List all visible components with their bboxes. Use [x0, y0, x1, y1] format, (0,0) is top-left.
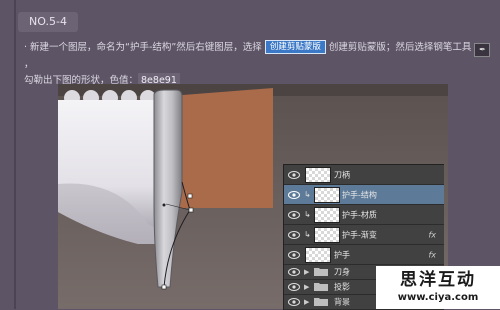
- layer-thumbnail: [314, 187, 340, 203]
- pen-tool-icon: ✒: [474, 43, 491, 57]
- eye-icon[interactable]: [288, 210, 300, 220]
- layer-name: 护手-结构: [342, 190, 377, 199]
- expand-arrow-icon[interactable]: ▶: [304, 268, 309, 276]
- clipping-arrow-icon: ↳: [304, 210, 311, 219]
- group-name: 背景: [334, 297, 350, 307]
- instruction-part2: 创建剪贴蒙版；然后选择钢笔工具: [328, 42, 472, 53]
- group-name: 投影: [334, 282, 350, 292]
- layer-row[interactable]: ↳ 护手-材质: [284, 205, 444, 225]
- expand-arrow-icon[interactable]: ▶: [304, 298, 309, 306]
- layer-thumbnail: [314, 207, 340, 223]
- clipping-arrow-icon: ↳: [304, 230, 311, 239]
- create-clipping-mask-chip: 创建剪贴蒙版: [264, 40, 326, 54]
- watermark-logo: 思洋互动 www.ciya.com: [376, 266, 500, 309]
- folder-icon: [314, 283, 328, 291]
- anchor-point: [161, 284, 167, 290]
- anchor-point: [162, 203, 166, 207]
- eye-icon[interactable]: [288, 170, 300, 180]
- layer-name: 刀柄: [334, 170, 350, 179]
- layer-name: 护手-渐变: [342, 230, 377, 239]
- instruction-part1: · 新建一个图层，命名为“护手-结构”然后右键图层，选择: [24, 42, 262, 53]
- folder-icon: [314, 268, 328, 276]
- layer-thumbnail: [305, 167, 331, 183]
- handle-shape: [170, 88, 273, 208]
- instruction-text: · 新建一个图层，命名为“护手-结构”然后右键图层，选择 创建剪贴蒙版 创建剪贴…: [24, 40, 494, 89]
- anchor-point: [187, 193, 193, 199]
- folder-icon: [314, 298, 328, 306]
- layer-row[interactable]: ↳ 护手-渐变 fx: [284, 225, 444, 245]
- step-badge: NO.5-4: [18, 12, 78, 32]
- layer-thumbnail: [314, 227, 340, 243]
- eye-icon[interactable]: [288, 250, 300, 260]
- fx-icon[interactable]: fx: [428, 230, 436, 239]
- clipping-arrow-icon: ↳: [304, 190, 311, 199]
- eye-icon[interactable]: [288, 297, 300, 307]
- watermark-url: www.ciya.com: [397, 292, 479, 303]
- fx-icon[interactable]: fx: [428, 250, 436, 259]
- eye-icon[interactable]: [288, 190, 300, 200]
- layer-name: 护手-材质: [342, 210, 377, 219]
- group-name: 刀身: [334, 267, 350, 277]
- eye-icon[interactable]: [288, 267, 300, 277]
- layer-thumbnail: [305, 247, 331, 263]
- layer-row[interactable]: 护手 fx: [284, 245, 444, 265]
- eye-icon[interactable]: [288, 282, 300, 292]
- layer-row-selected[interactable]: ↳ 护手-结构: [284, 185, 444, 205]
- expand-arrow-icon[interactable]: ▶: [304, 283, 309, 291]
- instruction-part3: ，: [24, 59, 34, 70]
- layer-name: 护手: [334, 250, 350, 259]
- eye-icon[interactable]: [288, 230, 300, 240]
- timeline-line: [14, 0, 16, 309]
- layer-row[interactable]: 刀柄: [284, 165, 444, 185]
- anchor-point: [188, 207, 194, 213]
- watermark-title: 思洋互动: [400, 270, 476, 290]
